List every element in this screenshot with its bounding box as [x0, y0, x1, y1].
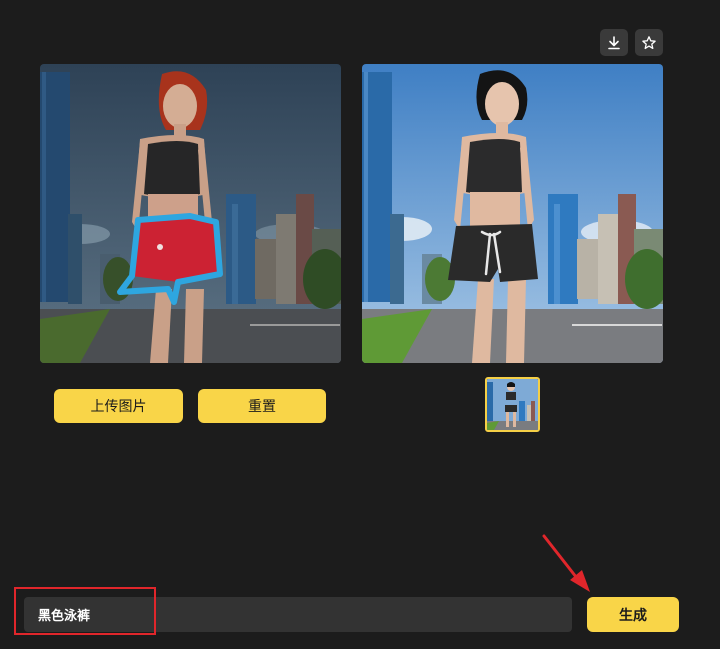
source-image [40, 64, 341, 363]
favorite-button[interactable] [635, 29, 663, 56]
annotation-arrow [542, 534, 590, 592]
result-image [362, 64, 663, 363]
prompt-input[interactable] [38, 597, 558, 632]
download-button[interactable] [600, 29, 628, 56]
download-icon [608, 35, 620, 49]
upload-image-button[interactable]: 上传图片 [54, 389, 183, 423]
garment-region [132, 216, 218, 282]
result-image-panel[interactable] [362, 64, 663, 363]
shorts-region [448, 224, 538, 282]
star-icon [642, 35, 656, 49]
reset-button[interactable]: 重置 [198, 389, 326, 423]
source-image-panel[interactable] [40, 64, 341, 363]
generate-button[interactable]: 生成 [587, 597, 679, 632]
brush-cursor [157, 244, 163, 250]
thumbnail-image [487, 379, 538, 430]
result-thumbnail[interactable] [485, 377, 540, 432]
prompt-bar [24, 597, 572, 632]
